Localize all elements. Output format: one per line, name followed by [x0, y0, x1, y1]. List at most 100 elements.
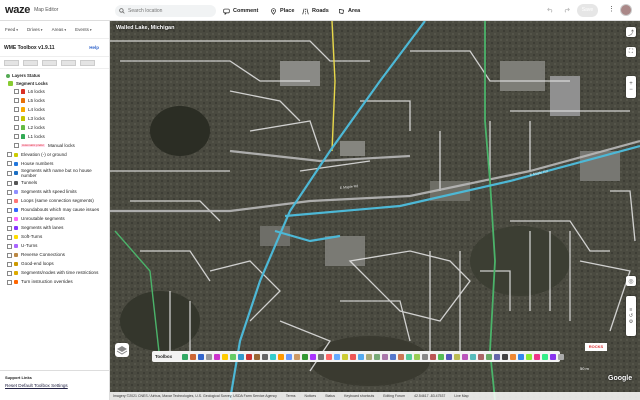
checkbox[interactable]: [14, 143, 19, 148]
toolbox-tool-icon[interactable]: [502, 353, 509, 360]
toolbox-tool-icon[interactable]: [366, 353, 373, 360]
tab-areas[interactable]: Areas: [52, 27, 67, 32]
tab-events[interactable]: Events: [75, 27, 92, 32]
toolbox-tool-icon[interactable]: [462, 353, 469, 360]
checkbox[interactable]: [7, 234, 12, 240]
layer-item[interactable]: Tunnels: [0, 179, 109, 188]
checkbox[interactable]: [7, 170, 12, 176]
avatar[interactable]: [620, 4, 632, 16]
layer-item[interactable]: Soft-Turns: [0, 233, 109, 242]
toolbox-tool-icon[interactable]: [446, 353, 453, 360]
toolbox-tool-icon[interactable]: [198, 353, 205, 360]
toolbox-tool-icon[interactable]: [430, 353, 437, 360]
toolbox-tool-icon[interactable]: [310, 353, 317, 360]
toolbox-tool-icon[interactable]: [270, 353, 277, 360]
terms-link[interactable]: Terms: [286, 394, 296, 398]
toolbox-tool-icon[interactable]: [214, 353, 221, 360]
toolbox-tool-icon[interactable]: [350, 353, 357, 360]
layer-item[interactable]: Reverse Connections: [0, 251, 109, 260]
search-input[interactable]: [128, 8, 213, 14]
toolbox-tool-icon[interactable]: [398, 353, 405, 360]
layer-item[interactable]: Segments with name but no house number: [0, 168, 109, 179]
map-layers-button[interactable]: [115, 343, 129, 357]
more-menu-icon[interactable]: ⋮: [608, 5, 615, 13]
layer-item[interactable]: Segments with lanes: [0, 224, 109, 233]
redo-icon[interactable]: [563, 6, 570, 13]
live-map-link[interactable]: Live Map: [454, 394, 468, 398]
toolbox-tool-icon[interactable]: [238, 353, 245, 360]
toolbox-tool-icon[interactable]: [518, 353, 525, 360]
toolbox-tool-icon[interactable]: [406, 353, 413, 360]
toolbox-tool-icon[interactable]: [342, 353, 349, 360]
layer-item[interactable]: Turn instruction overrides: [0, 278, 109, 287]
toolbox-tool-icon[interactable]: [318, 353, 325, 360]
notices-link[interactable]: Notices: [304, 394, 316, 398]
search-box[interactable]: [115, 5, 216, 17]
checkbox[interactable]: [7, 261, 12, 267]
lock-item[interactable]: L4 locks: [0, 105, 109, 114]
checkbox[interactable]: [7, 189, 12, 195]
lock-item[interactable]: L3 locks: [0, 114, 109, 123]
share-icon[interactable]: ⤴: [626, 27, 636, 37]
map-canvas[interactable]: E Maple Rd E Maple Rd Walled Lake, Michi…: [110, 21, 640, 400]
toolbox-tool-icon[interactable]: [382, 353, 389, 360]
segment-locks-title[interactable]: Segment Locks: [0, 80, 109, 87]
checkbox[interactable]: [7, 152, 12, 157]
toolbox-tool-icon[interactable]: [262, 353, 269, 360]
toolbox-tool-icon[interactable]: [526, 353, 533, 360]
toolbox-control-3[interactable]: [42, 59, 57, 66]
toolbox-tool-icon[interactable]: [358, 353, 365, 360]
reset-settings-link[interactable]: Reset Default Toolbox Settings: [5, 383, 105, 388]
side-toolbar[interactable]: ≡ ↺ ⚙: [626, 296, 636, 336]
toolbox-tool-icon[interactable]: [414, 353, 421, 360]
toolbox-tool-icon[interactable]: [334, 353, 341, 360]
toolbox-tool-icon[interactable]: [254, 353, 261, 360]
save-button[interactable]: Save: [577, 4, 598, 17]
help-link[interactable]: Help: [89, 45, 99, 50]
toolbox-tool-icon[interactable]: [478, 353, 485, 360]
roads-button[interactable]: Roads: [302, 5, 329, 17]
toolbox-tool-icon[interactable]: [182, 353, 189, 360]
lock-item[interactable]: L1 locks: [0, 132, 109, 141]
layer-item[interactable]: House numbers: [0, 159, 109, 168]
toolbox-tool-icon[interactable]: [542, 353, 549, 360]
waze-logo[interactable]: waze: [5, 4, 30, 16]
toolbox-tool-icon[interactable]: [454, 353, 461, 360]
toolbox-tool-icon[interactable]: [286, 353, 293, 360]
toolbox-tool-icon[interactable]: [558, 353, 565, 360]
toolbox-tool-icon[interactable]: [486, 353, 493, 360]
toolbox-tool-icon[interactable]: [222, 353, 229, 360]
layer-item[interactable]: Segments with speed limits: [0, 188, 109, 197]
toolbox-tool-icon[interactable]: [494, 353, 501, 360]
layer-item[interactable]: Elevation (-) or ground: [0, 150, 109, 159]
manual-locks-item[interactable]: Automatic prefer Manual locks: [0, 141, 109, 150]
checkbox[interactable]: [7, 270, 12, 276]
checkbox[interactable]: [14, 116, 19, 121]
shortcuts-link[interactable]: Keyboard shortcuts: [344, 394, 374, 398]
toolbox-tool-icon[interactable]: [294, 353, 301, 360]
place-button[interactable]: Place: [270, 5, 294, 17]
layer-item[interactable]: Segments/nodes with time restrictions: [0, 269, 109, 278]
toolbox-tool-icon[interactable]: [510, 353, 517, 360]
toolbox-control-1[interactable]: [4, 59, 19, 66]
locate-icon[interactable]: ◎: [626, 276, 636, 286]
checkbox[interactable]: [7, 279, 12, 285]
tab-feed[interactable]: Feed: [5, 27, 18, 32]
zoom-control[interactable]: + −: [626, 76, 636, 98]
toolbox-control-5[interactable]: [80, 59, 95, 66]
checkbox[interactable]: [7, 207, 12, 213]
undo-icon[interactable]: [547, 6, 554, 13]
toolbox-tool-icon[interactable]: [326, 353, 333, 360]
toolbox-tool-icon[interactable]: [422, 353, 429, 360]
layer-item[interactable]: Roundabouts which may cause issues: [0, 206, 109, 215]
toolbox-control-4[interactable]: [61, 59, 76, 66]
toolbox-control-2[interactable]: [23, 59, 38, 66]
toolbox-tool-icon[interactable]: [470, 353, 477, 360]
toolbox-tool-icon[interactable]: [230, 353, 237, 360]
checkbox[interactable]: [7, 252, 12, 258]
toolbox-tool-icon[interactable]: [438, 353, 445, 360]
layer-item[interactable]: U-Turns: [0, 242, 109, 251]
lock-item[interactable]: L6 locks: [0, 87, 109, 96]
toolbox-tool-icon[interactable]: [550, 353, 557, 360]
checkbox[interactable]: [14, 134, 19, 139]
